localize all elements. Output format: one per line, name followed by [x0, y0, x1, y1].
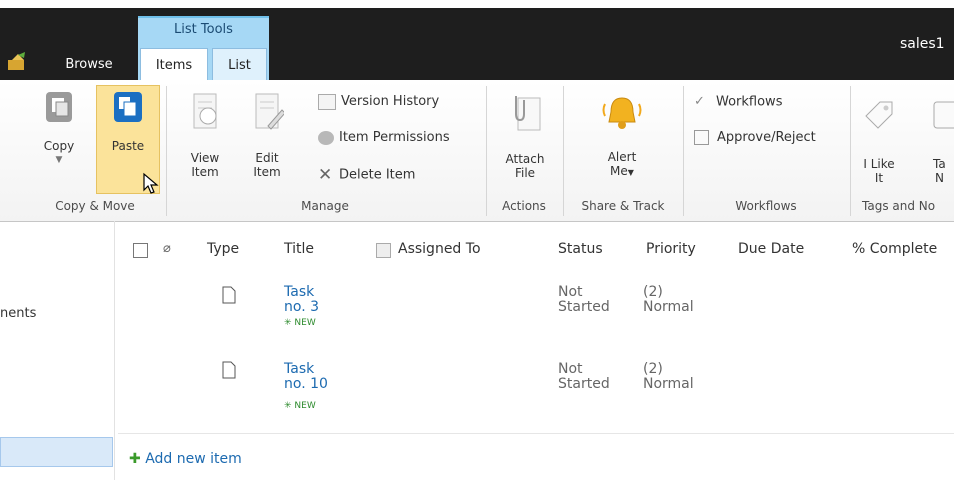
tab-list[interactable]: List — [212, 48, 267, 80]
nav-item-selected[interactable] — [0, 437, 113, 467]
add-new-item-link[interactable]: ✚ Add new item — [129, 451, 242, 467]
alert-me-label-1: Alert — [607, 150, 637, 164]
approve-reject-label: Approve/Reject — [717, 130, 816, 145]
tags-notes-label-2: N — [935, 171, 944, 185]
alert-me-label-2: Me▼ — [610, 164, 634, 178]
version-history-label: Version History — [341, 94, 440, 109]
copy-move-group-label: Copy & Move — [55, 199, 135, 213]
user-name[interactable]: sales1 — [900, 36, 945, 52]
workflows-group-label: Workflows — [735, 199, 797, 213]
copy-label: Copy — [43, 139, 75, 153]
workflows-icon: ✓ — [694, 94, 705, 109]
version-history-button[interactable]: Version History — [318, 92, 439, 112]
view-item-label-1: View — [190, 151, 220, 165]
view-item-button[interactable]: View Item — [182, 92, 228, 179]
plus-icon: ✚ — [129, 451, 141, 467]
workflows-button[interactable]: ✓ Workflows — [694, 92, 782, 112]
site-actions-icon[interactable] — [6, 52, 28, 72]
tag-icon — [865, 101, 893, 129]
task-title-link[interactable]: Task no. 10 — [284, 362, 328, 392]
paste-button[interactable]: Paste — [98, 88, 158, 153]
nav-item-partial[interactable]: nents — [0, 306, 36, 321]
delete-item-button[interactable]: ✕ Delete Item — [318, 165, 415, 185]
tags-notes-label-1: Ta — [933, 157, 946, 171]
column-header-assigned-to[interactable]: Assigned To — [398, 241, 481, 257]
i-like-it-label-2: It — [874, 171, 884, 185]
status-cell: Not Started — [558, 284, 610, 315]
tab-browse[interactable]: Browse — [55, 52, 123, 78]
delete-icon: ✕ — [318, 165, 333, 185]
chevron-down-icon[interactable]: ▼ — [628, 168, 634, 177]
copy-button[interactable]: Copy ▼ — [34, 88, 84, 167]
share-track-group-label: Share & Track — [581, 199, 665, 213]
manage-group-label: Manage — [301, 199, 349, 213]
document-icon — [222, 286, 236, 308]
item-permissions-icon — [318, 130, 334, 145]
column-header-due-date[interactable]: Due Date — [738, 241, 804, 257]
ribbon-divider — [166, 86, 167, 216]
actions-group-label: Actions — [502, 199, 546, 213]
view-item-label-2: Item — [191, 165, 219, 179]
attachment-icon: ⌀ — [163, 241, 171, 256]
i-like-it-label-1: I Like — [863, 157, 895, 171]
assigned-to-checkbox[interactable] — [376, 243, 391, 258]
version-history-icon — [318, 93, 336, 110]
edit-item-label-2: Item — [253, 165, 281, 179]
list-tools-header: List Tools — [138, 16, 269, 42]
column-header-priority[interactable]: Priority — [646, 241, 696, 257]
view-item-icon — [193, 93, 217, 129]
tags-notes-button[interactable]: Ta N — [926, 98, 954, 185]
item-permissions-button[interactable]: Item Permissions — [318, 128, 450, 148]
new-badge: ✳ NEW — [284, 318, 316, 328]
item-permissions-label: Item Permissions — [339, 130, 450, 145]
bell-icon — [602, 97, 642, 129]
mouse-cursor-icon — [143, 172, 159, 194]
paste-label: Paste — [111, 139, 145, 153]
edit-item-button[interactable]: Edit Item — [244, 92, 290, 179]
note-icon — [933, 101, 954, 129]
ribbon-divider — [683, 86, 684, 216]
priority-cell: (2) Normal — [643, 284, 694, 315]
paste-icon — [114, 92, 142, 122]
list-divider — [118, 433, 954, 434]
attach-file-label-2: File — [514, 166, 536, 180]
tab-items[interactable]: Items — [140, 48, 208, 80]
edit-item-icon — [255, 93, 286, 130]
edit-item-label-1: Edit — [255, 151, 279, 165]
column-header-title[interactable]: Title — [284, 241, 314, 257]
workflows-label: Workflows — [716, 94, 783, 110]
attach-file-button[interactable]: Attach File — [496, 94, 554, 180]
ribbon-divider — [850, 86, 851, 216]
alert-me-button[interactable]: Alert Me▼ — [592, 92, 652, 180]
approve-reject-button[interactable]: Approve/Reject — [694, 128, 816, 148]
attach-file-icon — [515, 96, 541, 131]
copy-icon — [46, 92, 72, 122]
column-header-percent-complete[interactable]: % Complete — [852, 241, 937, 257]
column-header-status[interactable]: Status — [558, 241, 603, 257]
task-title-link[interactable]: Task no. 3 — [284, 285, 319, 315]
approve-reject-icon — [694, 130, 709, 145]
document-icon — [222, 361, 236, 383]
column-header-type[interactable]: Type — [207, 241, 239, 257]
priority-cell: (2) Normal — [643, 361, 694, 392]
attach-file-label-1: Attach — [505, 152, 545, 166]
select-all-checkbox[interactable] — [133, 243, 148, 258]
delete-item-label: Delete Item — [339, 167, 416, 183]
ribbon-divider — [486, 86, 487, 216]
new-badge: ✳ NEW — [284, 401, 316, 411]
i-like-it-button[interactable]: I Like It — [858, 98, 900, 185]
chevron-down-icon[interactable]: ▼ — [34, 153, 84, 167]
tags-notes-group-label: Tags and No — [862, 199, 936, 213]
ribbon-divider — [563, 86, 564, 216]
status-cell: Not Started — [558, 361, 610, 392]
